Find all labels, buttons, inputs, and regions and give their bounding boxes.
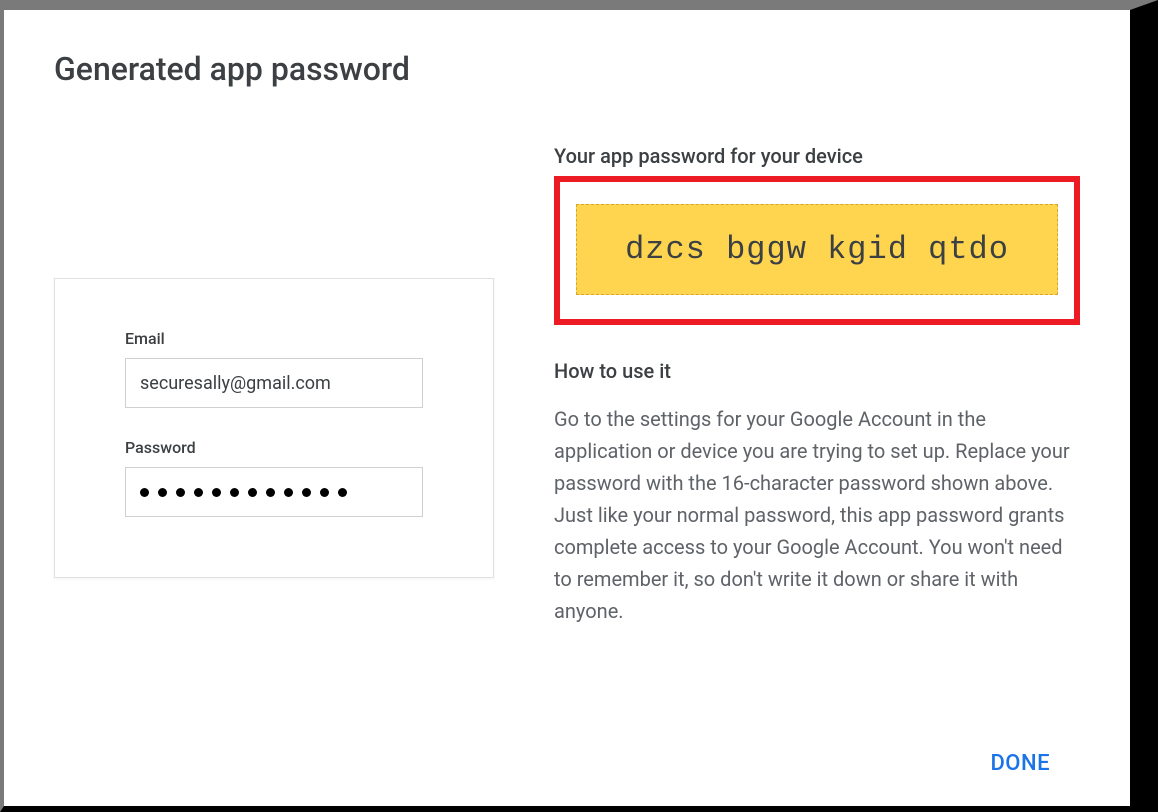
password-dot <box>176 488 185 497</box>
dialog-frame: Generated app password Email Password Yo… <box>0 0 1158 812</box>
password-field-group: Password <box>125 438 423 517</box>
password-dot <box>194 488 203 497</box>
password-dot <box>158 488 167 497</box>
email-label: Email <box>125 329 423 348</box>
generated-password-display[interactable]: dzcs bggw kgid qtdo <box>576 204 1058 295</box>
password-dot <box>140 488 149 497</box>
dialog-title: Generated app password <box>54 50 1080 88</box>
done-button[interactable]: DONE <box>990 751 1050 776</box>
password-dot <box>302 488 311 497</box>
right-column: Your app password for your device dzcs b… <box>554 138 1080 627</box>
email-field-group: Email <box>125 329 423 408</box>
password-field[interactable] <box>125 467 423 517</box>
login-preview-card: Email Password <box>54 278 494 578</box>
password-dot <box>338 488 347 497</box>
howto-label: How to use it <box>554 359 1080 383</box>
password-highlight-box: dzcs bggw kgid qtdo <box>554 176 1080 325</box>
password-dot <box>320 488 329 497</box>
content-row: Email Password Your app password for you… <box>54 138 1080 627</box>
email-field[interactable] <box>125 358 423 408</box>
password-dot <box>284 488 293 497</box>
app-password-dialog: Generated app password Email Password Yo… <box>4 10 1130 806</box>
instructions-text: Go to the settings for your Google Accou… <box>554 403 1080 627</box>
password-dot <box>212 488 221 497</box>
left-column: Email Password <box>54 138 494 627</box>
password-dot <box>266 488 275 497</box>
password-section-label: Your app password for your device <box>554 144 1080 168</box>
password-label: Password <box>125 438 423 457</box>
password-dot <box>230 488 239 497</box>
password-dot <box>248 488 257 497</box>
